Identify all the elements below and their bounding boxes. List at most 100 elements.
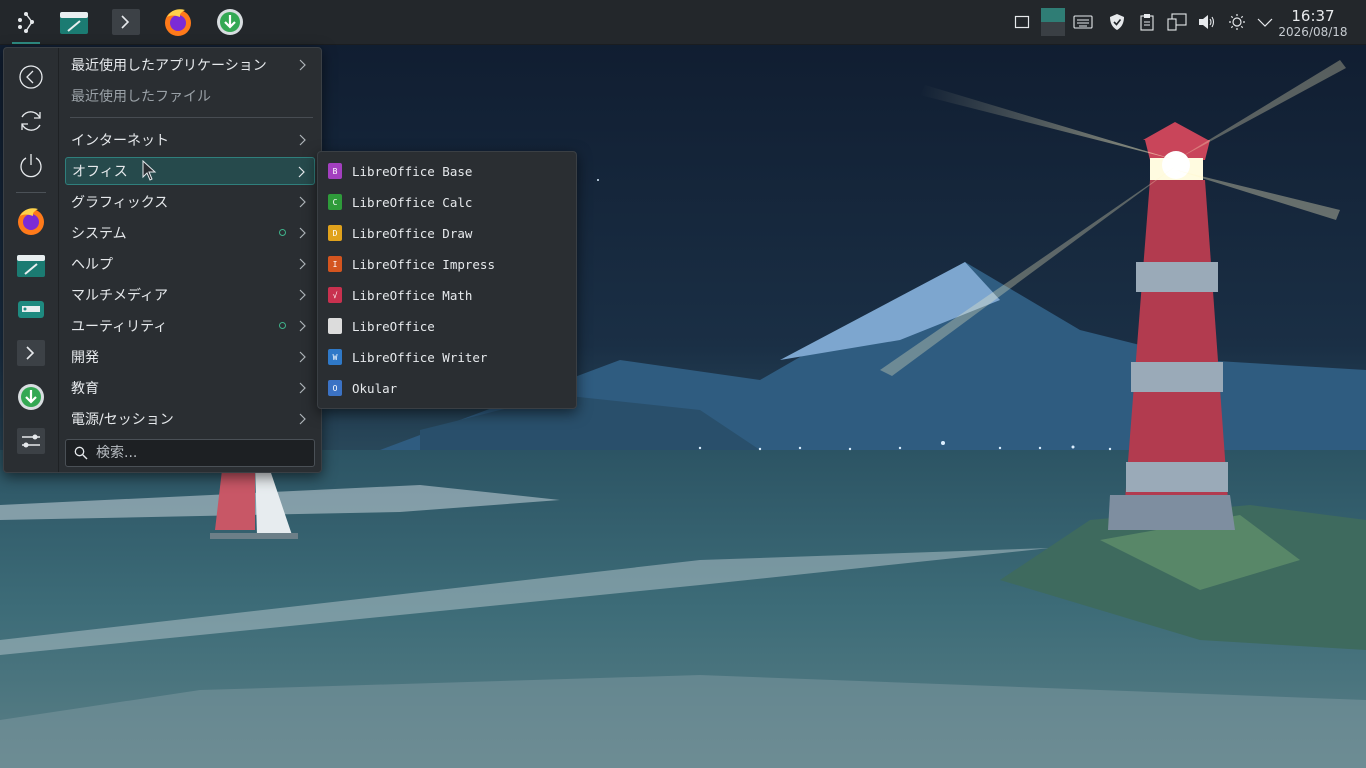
keyboard-icon [1073,15,1093,29]
new-item-indicator [279,229,286,236]
keyboard-layout-button[interactable] [1072,0,1094,44]
category-label: ユーティリティ [71,319,168,335]
category-label: 最近使用したファイル [71,89,211,105]
app-libreoffice-impress[interactable]: I LibreOffice Impress [322,250,572,278]
category-label: グラフィックス [71,195,169,211]
category-multimedia[interactable]: マルチメディア [65,281,315,309]
mouse-cursor-icon [142,160,157,181]
app-label: Okular [352,380,398,396]
network-button[interactable] [1166,0,1188,44]
category-recent-files[interactable]: 最近使用したファイル [65,82,315,110]
libreoffice-impress-icon: I [328,256,342,272]
power-icon [20,154,42,178]
office-submenu: B LibreOffice Base C LibreOffice Calc D … [317,151,577,409]
power-button[interactable] [14,148,48,182]
back-icon [19,65,43,89]
category-system[interactable]: システム [65,219,315,247]
menu-sidebar [4,48,59,472]
application-launcher-button[interactable] [10,6,42,44]
category-help[interactable]: ヘルプ [65,250,315,278]
category-label: 教育 [71,381,99,397]
favorite-file-manager[interactable] [14,248,48,282]
download-icon [18,384,44,410]
favorite-system-settings[interactable] [14,424,48,458]
terminal-icon [17,340,45,366]
folder-icon [17,255,45,277]
app-okular[interactable]: O Okular [322,374,572,402]
volume-icon [1199,15,1215,29]
category-internet[interactable]: インターネット [65,126,315,154]
chevron-right-icon [299,351,306,363]
security-button[interactable] [1107,0,1127,44]
chevron-right-icon [299,134,306,146]
category-power-session[interactable]: 電源/セッション [65,405,315,433]
clipboard-button[interactable] [1138,0,1156,44]
category-label: 最近使用したアプリケーション [71,58,267,74]
libreoffice-writer-icon: W [328,349,342,365]
back-button[interactable] [14,60,48,94]
okular-icon: O [328,380,342,396]
favorite-terminal[interactable] [14,336,48,370]
chevron-right-icon [299,258,306,270]
app-libreoffice-calc[interactable]: C LibreOffice Calc [322,188,572,216]
sidebar-divider [16,192,46,193]
search-field[interactable] [65,439,315,467]
category-office[interactable]: オフィス [65,157,315,185]
clock-time: 16:37 [1291,7,1335,25]
volume-button[interactable] [1197,0,1217,44]
show-desktop-button[interactable] [1012,0,1032,44]
chevron-right-icon [299,413,306,425]
search-icon [74,446,88,460]
favorite-download-manager[interactable] [14,380,48,414]
clock-date: 2026/08/18 [1278,25,1348,39]
menu-divider [70,117,313,118]
digital-clock[interactable]: 16:37 2026/08/18 [1272,7,1354,39]
app-label: LibreOffice Writer [352,349,488,365]
libreoffice-draw-icon: D [328,225,342,241]
pager-icon [1041,8,1065,36]
app-libreoffice-base[interactable]: B LibreOffice Base [322,157,572,185]
chevron-right-icon [299,196,306,208]
refresh-button[interactable] [14,104,48,138]
new-item-indicator [279,322,286,329]
category-label: インターネット [71,133,169,149]
download-manager-launcher[interactable] [214,6,246,38]
category-utilities[interactable]: ユーティリティ [65,312,315,340]
chevron-right-icon [298,166,305,178]
app-libreoffice-math[interactable]: √ LibreOffice Math [322,281,572,309]
brightness-button[interactable] [1227,0,1247,44]
category-label: 開発 [71,350,99,366]
terminal-launcher[interactable] [110,6,142,38]
app-label: LibreOffice Impress [352,256,495,272]
app-label: LibreOffice [352,318,435,334]
category-label: ヘルプ [71,257,113,273]
libreoffice-calc-icon: C [328,194,342,210]
libreoffice-base-icon: B [328,163,342,179]
app-label: LibreOffice Base [352,163,473,179]
search-input[interactable] [94,444,308,462]
chevron-right-icon [299,289,306,301]
chevron-right-icon [299,320,306,332]
network-icon [1167,13,1187,31]
category-development[interactable]: 開発 [65,343,315,371]
category-label: システム [71,226,127,242]
category-graphics[interactable]: グラフィックス [65,188,315,216]
favorite-disk-utility[interactable] [14,292,48,326]
firefox-launcher[interactable] [162,6,194,38]
pager[interactable] [1041,0,1065,44]
file-manager-launcher[interactable] [58,6,90,38]
download-icon [217,9,243,35]
app-label: LibreOffice Math [352,287,473,303]
app-libreoffice[interactable]: LibreOffice [322,312,572,340]
favorite-firefox[interactable] [14,204,48,238]
chevron-right-icon [299,59,306,71]
app-libreoffice-draw[interactable]: D LibreOffice Draw [322,219,572,247]
libreoffice-math-icon: √ [328,287,342,303]
category-education[interactable]: 教育 [65,374,315,402]
brightness-icon [1229,14,1245,30]
disk-icon [18,301,44,318]
category-label: マルチメディア [71,288,169,304]
category-recent-apps[interactable]: 最近使用したアプリケーション [65,51,315,79]
category-label: 電源/セッション [71,412,174,428]
app-libreoffice-writer[interactable]: W LibreOffice Writer [322,343,572,371]
